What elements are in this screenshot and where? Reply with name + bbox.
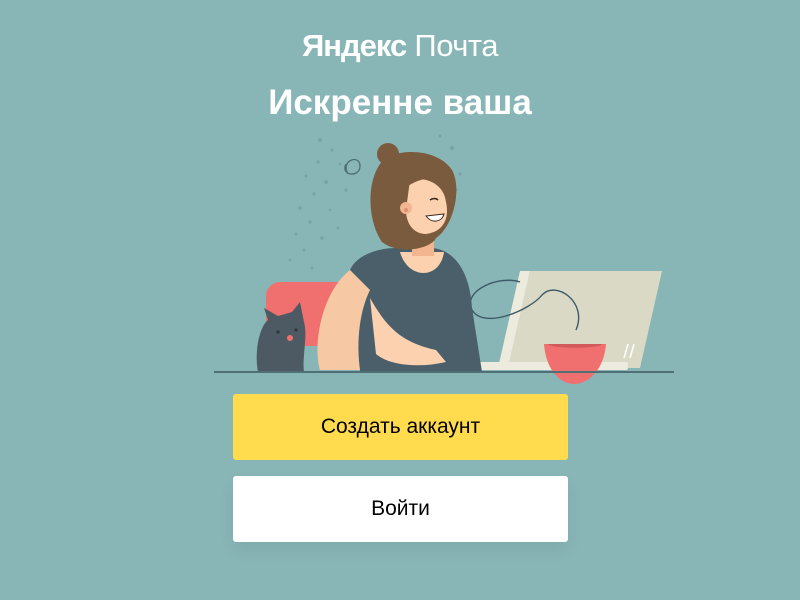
login-button[interactable]: Войти — [233, 476, 568, 542]
logo-product: Почта — [414, 28, 498, 63]
woman-icon — [317, 143, 482, 372]
woman-at-laptop-illustration — [214, 134, 674, 384]
squiggle-decoration — [344, 158, 361, 175]
create-account-button[interactable]: Создать аккаунт — [233, 394, 568, 460]
headline: Искренне ваша — [268, 83, 532, 122]
logo-brand: Яндекс — [302, 28, 407, 63]
cup-icon — [544, 344, 606, 384]
yandex-mail-logo: Яндекс Почта — [0, 26, 800, 66]
